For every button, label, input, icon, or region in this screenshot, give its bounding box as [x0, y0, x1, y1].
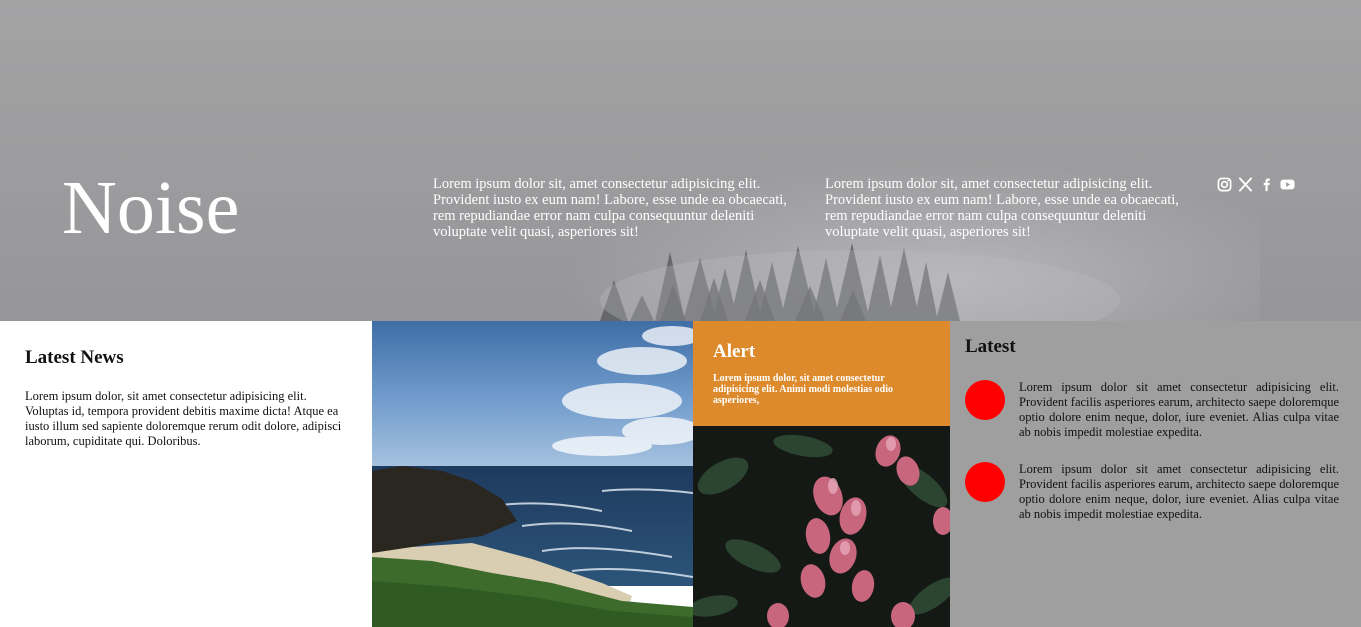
social-links [1217, 177, 1295, 192]
beach-image [372, 321, 693, 627]
latest-news-body: Lorem ipsum dolor, sit amet consectetur … [25, 389, 342, 448]
forest-silhouette [600, 243, 1120, 321]
youtube-icon[interactable] [1280, 177, 1295, 192]
latest-item[interactable]: Lorem ipsum dolor sit amet consectetur a… [965, 462, 1339, 522]
hero-text-1: Lorem ipsum dolor sit, amet consectetur … [433, 176, 787, 240]
instagram-icon[interactable] [1217, 177, 1232, 192]
latest-panel: Latest Lorem ipsum dolor sit amet consec… [950, 321, 1361, 627]
alert-body: Lorem ipsum dolor, sit amet consectetur … [713, 373, 894, 406]
latest-news-panel: Latest News Lorem ipsum dolor, sit amet … [0, 321, 372, 627]
facebook-icon[interactable] [1259, 177, 1274, 192]
hero-banner: Noise Lorem ipsum dolor sit, amet consec… [0, 0, 1361, 321]
x-icon[interactable] [1238, 177, 1253, 192]
brand-logo[interactable]: Noise [62, 163, 239, 253]
latest-news-title: Latest News [25, 347, 124, 368]
avatar [965, 462, 1005, 502]
latest-item-text: Lorem ipsum dolor sit amet consectetur a… [1019, 462, 1339, 521]
flowers-image [693, 426, 950, 627]
alert-panel: Alert Lorem ipsum dolor, sit amet consec… [693, 321, 950, 426]
hero-text-2: Lorem ipsum dolor sit, amet consectetur … [825, 176, 1179, 240]
alert-title: Alert [713, 341, 756, 362]
latest-item-text: Lorem ipsum dolor sit amet consectetur a… [1019, 380, 1339, 439]
latest-item[interactable]: Lorem ipsum dolor sit amet consectetur a… [965, 380, 1339, 440]
latest-title: Latest [965, 336, 1016, 357]
avatar [965, 380, 1005, 420]
